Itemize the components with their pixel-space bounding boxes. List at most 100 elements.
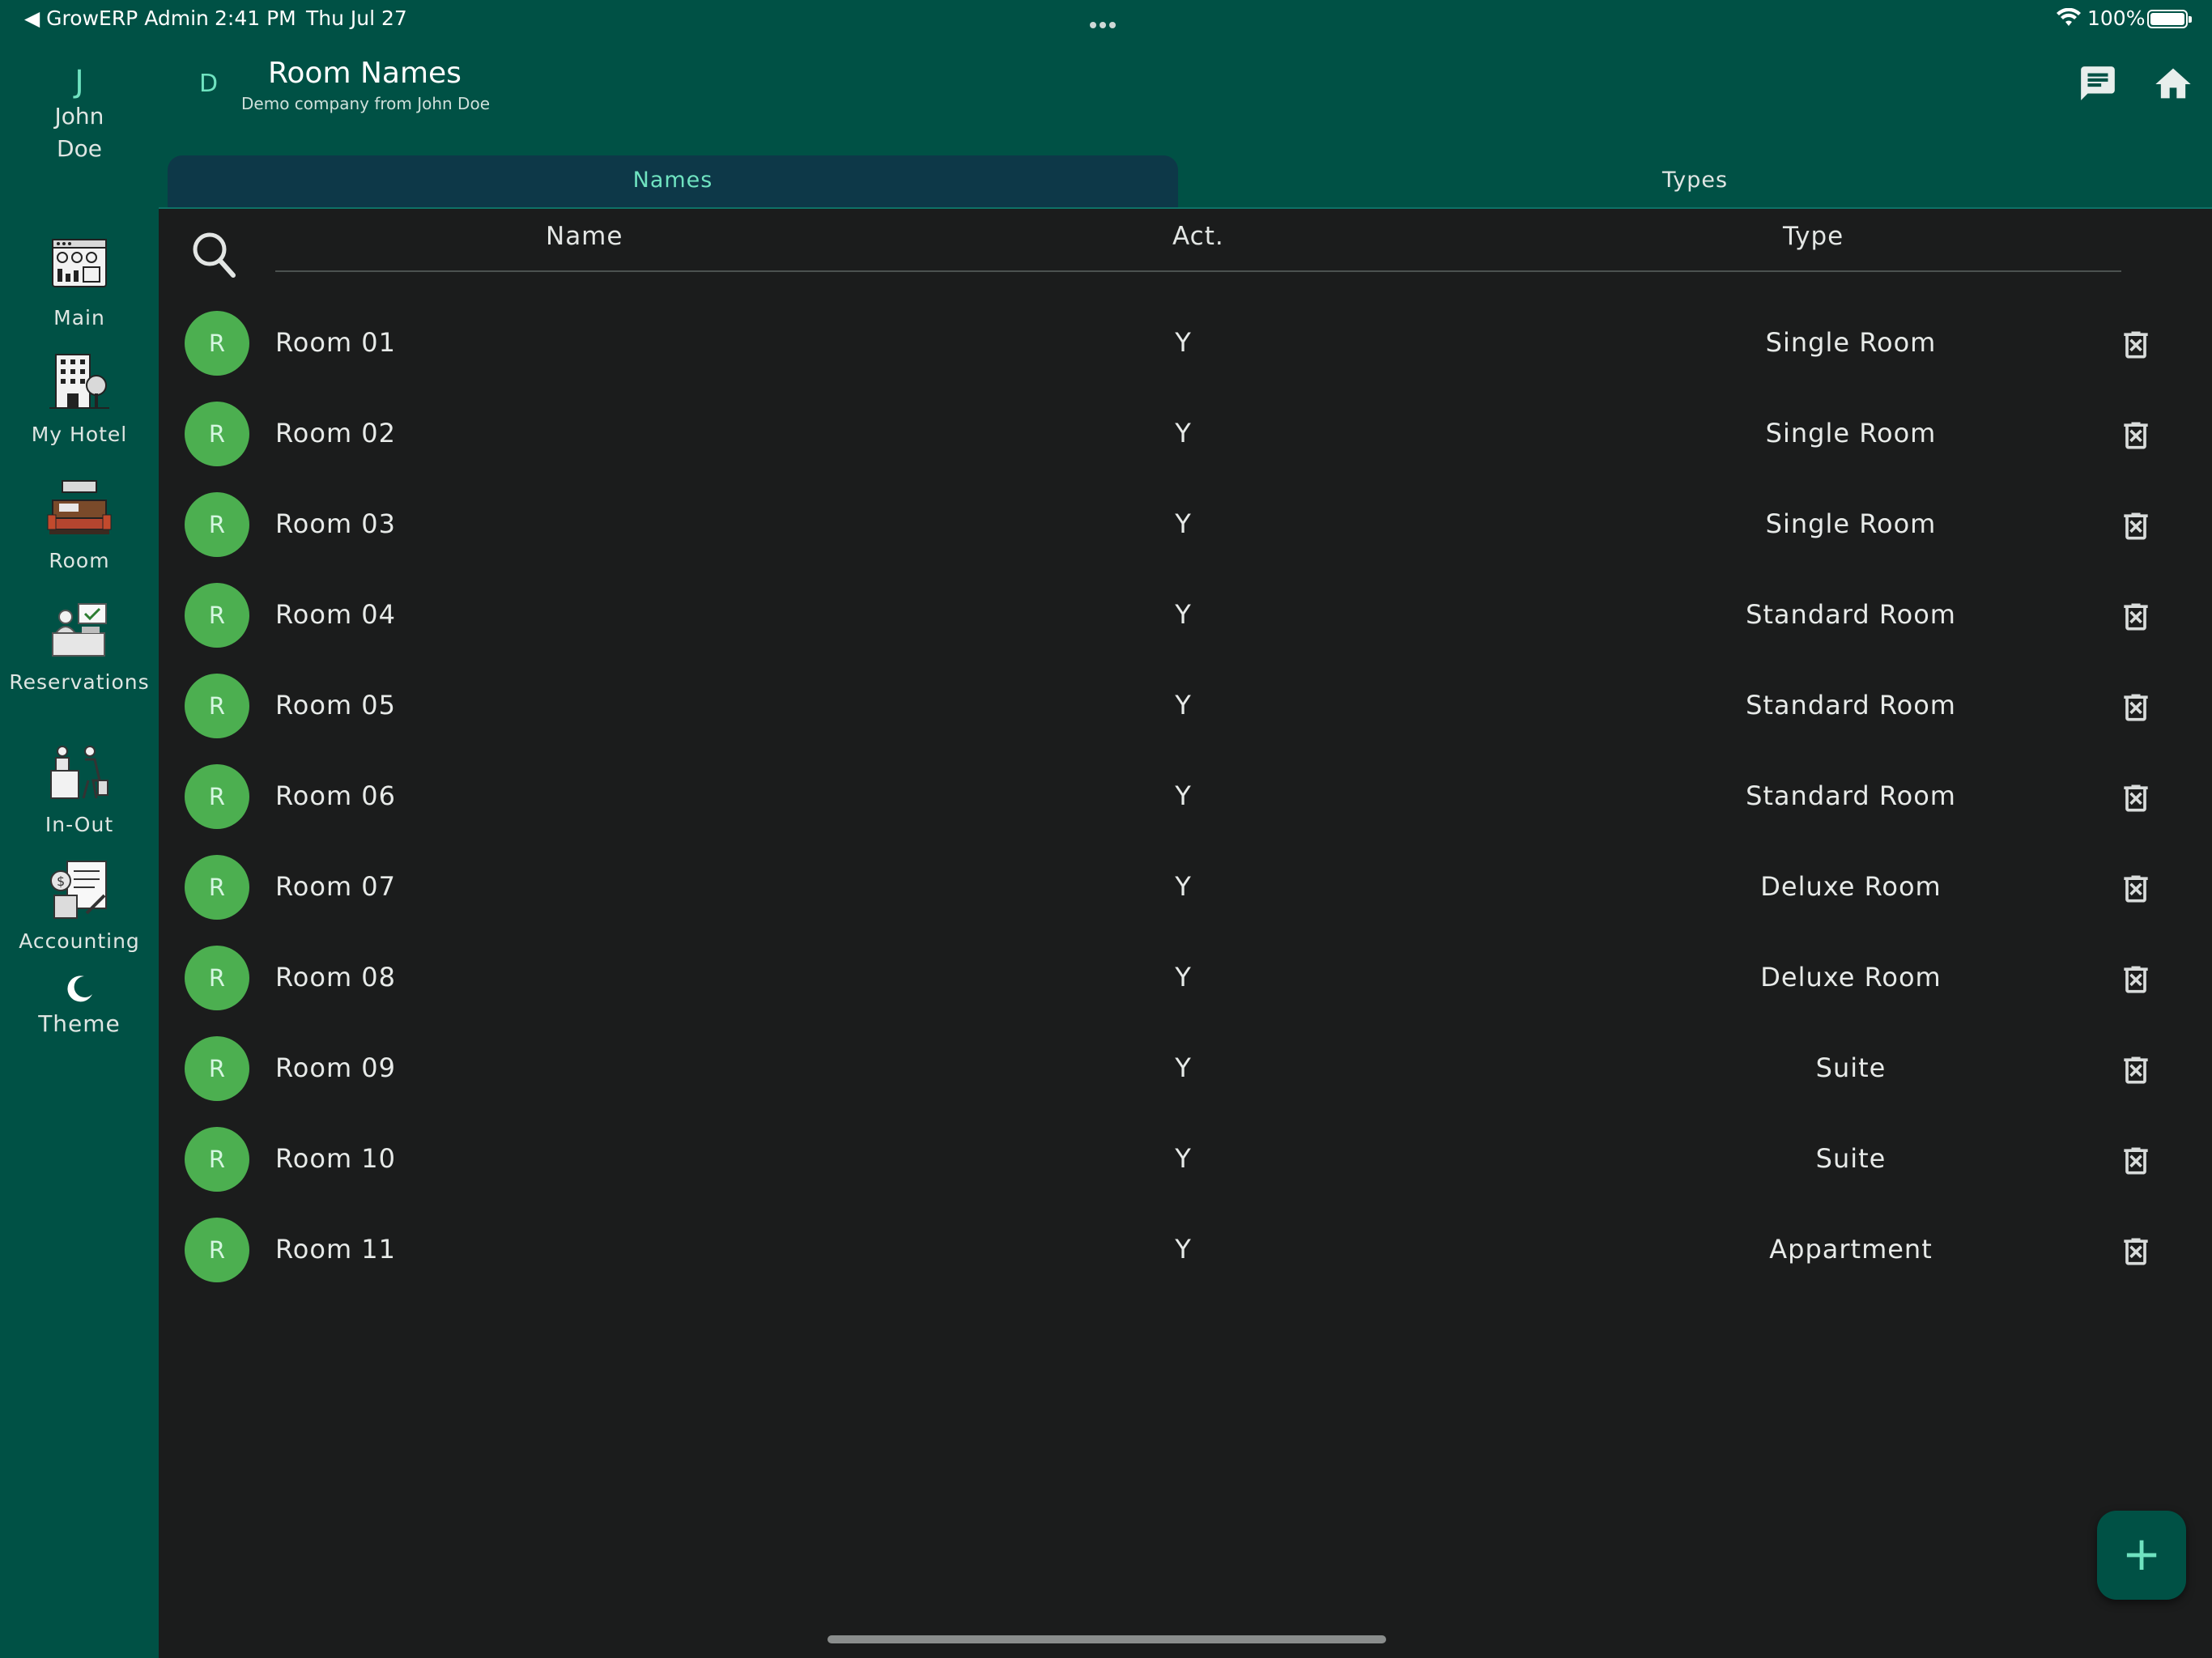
checkin-checkout-icon: [50, 746, 108, 799]
status-date: Thu Jul 27: [306, 6, 407, 30]
multitasking-dots-icon[interactable]: [1090, 10, 1119, 33]
table-row[interactable]: R Room 02 Y Single Room: [159, 389, 2212, 479]
nav-item-label: Accounting: [19, 929, 140, 953]
column-header-name[interactable]: Name: [546, 222, 623, 251]
room-avatar: R: [185, 855, 249, 920]
table-row[interactable]: R Room 11 Y Appartment: [159, 1205, 2212, 1295]
room-type: Standard Room: [1746, 780, 1956, 811]
room-active-flag: Y: [1175, 962, 1191, 993]
user-profile-button[interactable]: J John Doe: [0, 63, 159, 165]
room-type: Standard Room: [1746, 690, 1956, 721]
wifi-icon: [2057, 8, 2081, 26]
home-indicator[interactable]: [827, 1635, 1386, 1643]
delete-icon[interactable]: [2118, 871, 2154, 907]
nav-item-label: In-Out: [45, 813, 114, 836]
chat-icon[interactable]: [2078, 63, 2118, 104]
column-header-type[interactable]: Type: [1783, 222, 1844, 251]
battery-icon: [2147, 10, 2192, 28]
room-name: Room 10: [275, 1143, 397, 1174]
room-active-flag: Y: [1175, 871, 1191, 902]
delete-icon[interactable]: [2118, 599, 2154, 635]
nav-item-main[interactable]: Main: [0, 233, 159, 329]
room-name: Room 11: [275, 1234, 397, 1265]
delete-icon[interactable]: [2118, 508, 2154, 544]
search-icon[interactable]: [189, 228, 238, 280]
room-type: Standard Room: [1746, 599, 1956, 630]
delete-icon[interactable]: [2118, 1234, 2154, 1269]
table-row[interactable]: R Room 01 Y Single Room: [159, 298, 2212, 389]
home-icon[interactable]: [2152, 63, 2194, 105]
room-avatar: R: [185, 946, 249, 1010]
room-active-flag: Y: [1175, 780, 1191, 811]
table-row[interactable]: R Room 05 Y Standard Room: [159, 661, 2212, 751]
table-row[interactable]: R Room 10 Y Suite: [159, 1114, 2212, 1205]
nav-item-label: My Hotel: [31, 423, 128, 446]
nav-item-my-hotel[interactable]: My Hotel: [0, 350, 159, 446]
nav-item-reservations[interactable]: Reservations: [0, 597, 159, 694]
column-header-act[interactable]: Act.: [1172, 222, 1224, 251]
delete-icon[interactable]: [2118, 780, 2154, 816]
moon-icon: [67, 976, 92, 1002]
nav-item-label: Reservations: [9, 670, 150, 694]
app-header: D Room Names Demo company from John Doe: [159, 39, 2212, 155]
room-type: Appartment: [1769, 1234, 1933, 1265]
room-type: Single Room: [1765, 327, 1937, 358]
page-subtitle: Demo company from John Doe: [241, 94, 491, 113]
dashboard-icon: [52, 239, 107, 287]
nav-item-label: Theme: [38, 1010, 121, 1037]
room-active-flag: Y: [1175, 327, 1191, 358]
page-title: Room Names: [268, 57, 462, 90]
room-name: Room 04: [275, 599, 397, 630]
room-avatar: R: [185, 1218, 249, 1282]
room-active-flag: Y: [1175, 1052, 1191, 1083]
room-avatar: R: [185, 674, 249, 738]
user-name: John Doe: [54, 103, 104, 162]
room-name: Room 05: [275, 690, 397, 721]
hotel-building-icon: [49, 354, 109, 409]
table-row[interactable]: R Room 08 Y Deluxe Room: [159, 933, 2212, 1023]
delete-icon[interactable]: [2118, 1143, 2154, 1179]
svg-text:$: $: [57, 874, 65, 889]
room-name: Room 06: [275, 780, 397, 811]
company-avatar[interactable]: D: [199, 70, 218, 98]
delete-icon[interactable]: [2118, 1052, 2154, 1088]
room-type: Single Room: [1765, 508, 1937, 539]
table-row[interactable]: R Room 09 Y Suite: [159, 1023, 2212, 1114]
delete-icon[interactable]: [2118, 418, 2154, 453]
room-active-flag: Y: [1175, 599, 1191, 630]
nav-item-accounting[interactable]: $ Accounting: [0, 857, 159, 953]
nav-item-room[interactable]: Room: [0, 476, 159, 572]
nav-item-in-out[interactable]: In-Out: [0, 740, 159, 836]
status-bar: ◀ GrowERP Admin 2:41 PM Thu Jul 27 100%: [0, 0, 2212, 39]
add-room-button[interactable]: +: [2097, 1511, 2186, 1600]
room-name: Room 09: [275, 1052, 397, 1083]
tab-names[interactable]: Names: [168, 155, 1178, 209]
table-row[interactable]: R Room 03 Y Single Room: [159, 479, 2212, 570]
back-to-app-link[interactable]: ◀ GrowERP Admin: [24, 6, 209, 30]
tab-types[interactable]: Types: [1178, 155, 2212, 209]
table-row[interactable]: R Room 07 Y Deluxe Room: [159, 842, 2212, 933]
table-row[interactable]: R Room 06 Y Standard Room: [159, 751, 2212, 842]
room-avatar: R: [185, 492, 249, 557]
room-type: Single Room: [1765, 418, 1937, 449]
room-name: Room 02: [275, 418, 397, 449]
delete-icon[interactable]: [2118, 327, 2154, 363]
room-type: Deluxe Room: [1760, 871, 1942, 902]
room-name: Room 07: [275, 871, 397, 902]
room-type: Suite: [1815, 1143, 1887, 1174]
delete-icon[interactable]: [2118, 690, 2154, 725]
reservations-desk-icon: [52, 603, 107, 657]
table-row[interactable]: R Room 04 Y Standard Room: [159, 570, 2212, 661]
nav-item-label: Room: [49, 549, 110, 572]
room-type: Suite: [1815, 1052, 1887, 1083]
room-active-flag: Y: [1175, 508, 1191, 539]
room-avatar: R: [185, 402, 249, 466]
delete-icon[interactable]: [2118, 962, 2154, 997]
nav-item-theme[interactable]: Theme: [0, 973, 159, 1037]
user-initial: J: [74, 64, 84, 100]
room-avatar: R: [185, 1127, 249, 1192]
navigation-rail: J John Doe Main My Hotel Room Reservatio…: [0, 39, 159, 1658]
room-avatar: R: [185, 583, 249, 648]
room-active-flag: Y: [1175, 690, 1191, 721]
room-type: Deluxe Room: [1760, 962, 1942, 993]
